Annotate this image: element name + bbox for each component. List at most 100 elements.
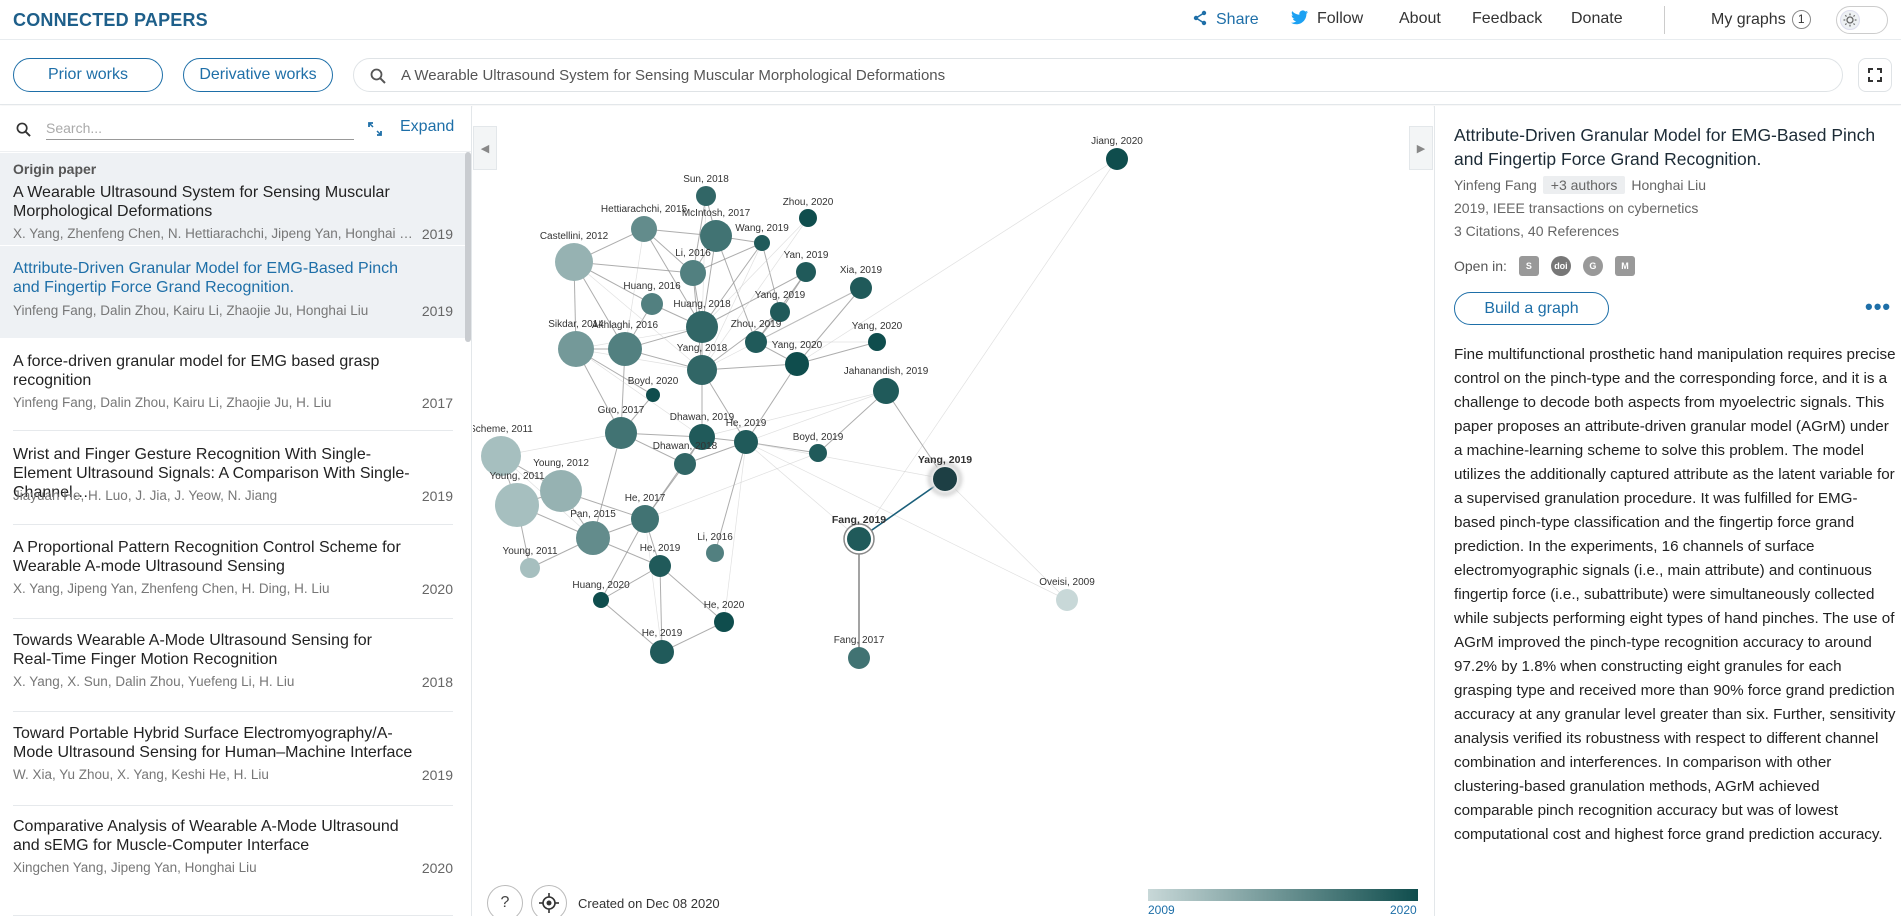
fullscreen-icon [1868, 68, 1882, 82]
graph-node[interactable]: Fang, 2017 [834, 635, 885, 669]
graph-node[interactable]: Boyd, 2019 [793, 432, 844, 462]
graph-node[interactable]: Oveisi, 2009 [1039, 577, 1095, 611]
paper-search-input[interactable]: A Wearable Ultrasound System for Sensing… [353, 58, 1843, 92]
graph-node[interactable]: Castellini, 2012 [540, 231, 609, 281]
graph-node-label: Huang, 2020 [572, 580, 630, 591]
paper-authors: Jiayuan He, H. Luo, J. Jia, J. Yeow, N. … [13, 488, 278, 503]
graph-node[interactable]: Li, 2016 [697, 532, 733, 562]
list-item[interactable]: A force-driven granular model for EMG ba… [0, 339, 465, 431]
graph-canvas[interactable]: ◀ ▶ Jiang, 2020 Sun, 2018 Zhou, 2020 Hettia… [473, 106, 1433, 916]
graph-node[interactable]: Xia, 2019 [840, 265, 883, 299]
twitter-icon [1291, 10, 1308, 25]
graph-node[interactable]: Akhlaghi, 2016 [592, 320, 659, 366]
list-scrollbar[interactable] [465, 152, 471, 342]
graph-node[interactable]: Young, 2011 [502, 546, 558, 578]
donate-link[interactable]: Donate [1571, 10, 1623, 28]
graph-node[interactable]: Fang, 2019 [832, 514, 886, 555]
share-label: Share [1216, 11, 1259, 28]
list-item[interactable]: Towards Wearable A-Mode Ultrasound Sensi… [0, 620, 465, 712]
graph-node[interactable]: Huang, 2020 [572, 580, 630, 608]
microsoft-academic-icon[interactable]: M [1614, 256, 1635, 276]
list-item[interactable]: A Proportional Pattern Recognition Contr… [0, 526, 465, 619]
derivative-works-button[interactable]: Derivative works [183, 58, 333, 92]
origin-paper-item[interactable]: Origin paper A Wearable Ultrasound Syste… [0, 153, 465, 245]
graph-node-circle [576, 521, 610, 555]
build-graph-button[interactable]: Build a graph [1454, 292, 1609, 325]
graph-node[interactable]: Guo, 2017 [598, 405, 645, 449]
graph-node[interactable]: Jiang, 2020 [1091, 136, 1143, 170]
locate-button[interactable] [531, 885, 567, 916]
fullscreen-button[interactable] [1858, 58, 1892, 92]
graph-node-label: Yang, 2019 [755, 290, 806, 301]
share-icon [1193, 10, 1207, 26]
help-button[interactable]: ? [487, 885, 523, 916]
graph-node-circle [686, 311, 718, 343]
nav-divider [1664, 6, 1665, 34]
graph-node-label: Pan, 2015 [570, 509, 616, 520]
graph-node[interactable]: He, 2020 [704, 600, 745, 632]
graph-node-circle [754, 235, 770, 251]
brand-logo[interactable]: CONNECTED PAPERS [13, 10, 208, 31]
expand-icon[interactable] [368, 122, 382, 136]
graph-node[interactable]: Yang, 2019 [755, 290, 806, 322]
my-graphs-label: My graphs [1711, 11, 1786, 28]
share-button[interactable]: Share [1192, 10, 1259, 29]
graph-node[interactable]: Yang, 2018 [677, 343, 728, 385]
graph-node-circle [873, 378, 899, 404]
graph-node-circle [1056, 589, 1078, 611]
more-authors-button[interactable]: +3 authors [1542, 176, 1626, 194]
graph-node[interactable]: Yan, 2019 [784, 250, 829, 282]
graph-node[interactable]: Scheme, 2011 [473, 424, 533, 476]
theme-toggle[interactable] [1836, 6, 1888, 34]
about-link[interactable]: About [1399, 10, 1441, 28]
graph-node-circle [706, 544, 724, 562]
my-graphs-button[interactable]: My graphs 1 [1711, 10, 1811, 29]
paper-detail-panel: Attribute-Driven Granular Model for EMG-… [1434, 106, 1901, 916]
graph-node[interactable]: Huang, 2018 [673, 299, 731, 343]
more-options-icon[interactable]: ••• [1865, 294, 1891, 320]
graph-node-label: He, 2019 [640, 543, 681, 554]
search-icon [16, 122, 31, 137]
graph-node[interactable]: Hettiarachchi, 2015 [601, 204, 688, 242]
graph-node-circle [799, 209, 817, 227]
list-item[interactable]: Comparative Analysis of Wearable A-Mode … [0, 807, 465, 916]
graph-node[interactable]: Boyd, 2020 [628, 376, 679, 402]
feedback-link[interactable]: Feedback [1472, 10, 1542, 28]
crosshair-icon [539, 893, 559, 913]
graph-node[interactable]: He, 2019 [726, 418, 767, 454]
graph-node[interactable]: He, 2017 [625, 493, 666, 533]
graph-node-label: Hettiarachchi, 2015 [601, 204, 688, 215]
doi-icon[interactable]: doi [1550, 256, 1571, 276]
list-item[interactable]: Toward Portable Hybrid Surface Electromy… [0, 713, 465, 806]
detail-abstract: Fine multifunctional prosthetic hand man… [1454, 346, 1896, 843]
graph-node-circle [785, 352, 809, 376]
first-author[interactable]: Yinfeng Fang [1454, 177, 1537, 193]
expand-button[interactable]: Expand [400, 118, 454, 136]
list-item-selected[interactable]: Attribute-Driven Granular Model for EMG-… [0, 246, 465, 338]
list-item[interactable]: Wrist and Finger Gesture Recognition Wit… [0, 432, 465, 525]
graph-edge [745, 441, 946, 480]
detail-venue: 2019, IEEE transactions on cybernetics [1454, 200, 1699, 216]
graph-nodes: Jiang, 2020 Sun, 2018 Zhou, 2020 Hettiarach… [473, 136, 1143, 669]
graph-node[interactable]: Wang, 2019 [735, 223, 789, 251]
graph-node[interactable]: Sun, 2018 [683, 174, 729, 206]
graph-node-label: Zhou, 2020 [783, 197, 834, 208]
graph-node[interactable]: He, 2019 [642, 628, 683, 664]
graph-node-label: Yang, 2018 [677, 343, 728, 354]
last-author[interactable]: Honghai Liu [1631, 177, 1706, 193]
graph-node[interactable]: Yang, 2019 [918, 454, 972, 495]
list-search-input[interactable]: Search... [46, 120, 354, 140]
prior-works-button[interactable]: Prior works [13, 58, 163, 92]
semantic-scholar-icon[interactable]: S [1518, 256, 1539, 276]
graph-node-circle [714, 612, 734, 632]
graph-node[interactable]: Yang, 2020 [772, 340, 823, 376]
follow-button[interactable]: Follow [1291, 10, 1363, 28]
graph-node[interactable]: Young, 2012 [533, 458, 589, 512]
google-scholar-icon[interactable]: G [1582, 256, 1603, 276]
graph-node[interactable]: Zhou, 2020 [783, 197, 834, 227]
graph-node[interactable]: Dhawan, 2018 [653, 441, 718, 475]
paper-title: A Proportional Pattern Recognition Contr… [13, 539, 401, 575]
graph-node[interactable]: Young, 2011 [489, 471, 545, 527]
citation-graph[interactable]: Jiang, 2020 Sun, 2018 Zhou, 2020 Hettiarach… [473, 106, 1433, 876]
search-icon [370, 68, 386, 84]
